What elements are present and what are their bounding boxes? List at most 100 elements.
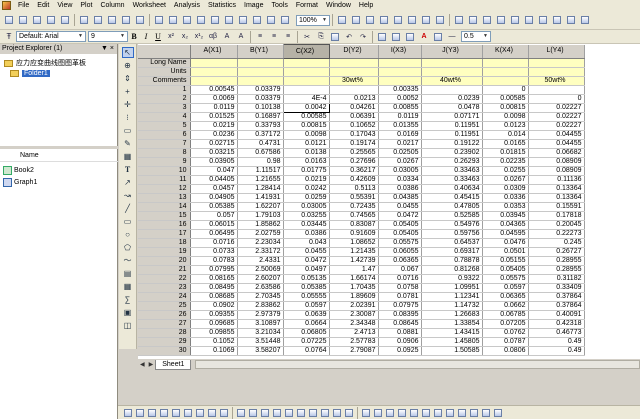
label-cell[interactable] (421, 58, 483, 68)
data-cell[interactable]: 0.0781 (378, 292, 422, 302)
data-cell[interactable]: 0.03005 (283, 202, 330, 212)
data-cell[interactable]: 0.4731 (237, 139, 284, 149)
menu-view[interactable]: View (53, 0, 76, 11)
workbook-manager-icon[interactable] (481, 14, 493, 26)
label-cell[interactable] (329, 58, 379, 68)
label-cell[interactable] (237, 58, 284, 68)
data-cell[interactable]: 0.06682 (528, 148, 585, 158)
data-cell[interactable]: 0.04261 (329, 103, 379, 113)
data-cell[interactable]: 1.14732 (421, 301, 483, 311)
data-cell[interactable]: 0.01815 (482, 148, 529, 158)
corner-cell[interactable] (138, 44, 191, 59)
menu-format[interactable]: Format (292, 0, 322, 11)
data-cell[interactable]: 0.02227 (528, 103, 585, 113)
data-cell[interactable]: 1.09951 (421, 283, 483, 293)
data-cell[interactable]: 0.0386 (283, 229, 330, 239)
export-icon[interactable] (209, 14, 221, 26)
data-cell[interactable]: 0.0783 (190, 256, 238, 266)
data-cell[interactable]: 0.0716 (378, 274, 422, 284)
bold-button[interactable]: B (129, 31, 139, 42)
data-cell[interactable]: 0.1069 (190, 346, 238, 356)
panel-controls[interactable]: ▼ × (101, 44, 114, 54)
data-cell[interactable]: 0.03215 (190, 148, 238, 158)
email-icon[interactable] (579, 14, 591, 26)
data-cell[interactable]: 0.54976 (421, 220, 483, 230)
data-cell[interactable]: 0.06015 (190, 220, 238, 230)
data-cell[interactable]: 1.21435 (329, 247, 379, 257)
data-cell[interactable]: 0.06805 (283, 328, 330, 338)
data-cell[interactable]: 2.33172 (237, 247, 284, 257)
menu-image[interactable]: Image (240, 0, 267, 11)
ternary-icon[interactable] (284, 408, 294, 418)
data-cell[interactable]: 0.23902 (421, 148, 483, 158)
data-cell[interactable]: 0.10652 (329, 121, 379, 131)
data-cell[interactable]: 0.0639 (283, 310, 330, 320)
label-cell[interactable]: 30wt% (329, 76, 379, 86)
data-reader-icon[interactable] (453, 14, 465, 26)
column-header[interactable]: K(X4) (482, 44, 529, 59)
data-cell[interactable]: 0.09355 (190, 310, 238, 320)
data-cell[interactable]: 0.26293 (421, 157, 483, 167)
data-cell[interactable]: 3.51448 (237, 337, 284, 347)
data-cell[interactable]: 2.02391 (329, 301, 379, 311)
data-cell[interactable]: 0.00855 (378, 103, 422, 113)
data-cell[interactable]: 0.0239 (421, 94, 483, 104)
column-header[interactable]: C(X2) (282, 44, 330, 59)
data-cell[interactable]: 3.10897 (237, 319, 284, 329)
data-cell[interactable]: 0.0762 (482, 328, 529, 338)
data-cell[interactable]: 0.06391 (329, 112, 379, 122)
scale-icon[interactable]: ⇕ (122, 73, 134, 84)
data-cell[interactable]: 0.0597 (283, 301, 330, 311)
menu-edit[interactable]: Edit (33, 0, 53, 11)
label-cell[interactable] (482, 58, 529, 68)
data-cell[interactable]: 1.47 (329, 265, 379, 275)
data-cell[interactable]: 0.043 (283, 238, 330, 248)
data-cell[interactable]: 0.74565 (329, 211, 379, 221)
data-cell[interactable]: 0.057 (190, 211, 238, 221)
tree-folder1[interactable]: Folder1 (4, 68, 117, 78)
symbol-icon[interactable] (469, 408, 479, 418)
data-cell[interactable]: 0.05575 (378, 238, 422, 248)
data-cell[interactable]: 0.03379 (237, 94, 284, 104)
data-cell[interactable]: 0.02505 (378, 148, 422, 158)
data-cell[interactable]: 0.27696 (329, 157, 379, 167)
line-width-combo[interactable]: 0.5 ▼ (461, 31, 491, 42)
align-left-icon[interactable]: ≡ (254, 31, 266, 43)
line-color-icon[interactable] (376, 31, 388, 43)
bar-plot-icon[interactable] (171, 408, 181, 418)
data-cell[interactable]: 1.12341 (421, 292, 483, 302)
data-cell[interactable]: 0.83087 (329, 220, 379, 230)
align-center-icon[interactable]: ≡ (268, 31, 280, 43)
smith-icon[interactable] (296, 408, 306, 418)
add-layer-icon[interactable] (251, 14, 263, 26)
data-cell[interactable]: 0.0069 (190, 94, 238, 104)
data-cell[interactable]: 0.45415 (421, 193, 483, 203)
copy-icon[interactable]: ⎘ (315, 31, 327, 43)
label-cell[interactable] (283, 67, 330, 77)
table-icon[interactable] (509, 14, 521, 26)
duplicate-icon[interactable] (181, 14, 193, 26)
screen-reader-icon[interactable]: + (122, 86, 134, 97)
data-cell[interactable]: 1.21655 (237, 175, 284, 185)
data-cell[interactable]: 0.0764 (283, 346, 330, 356)
data-cell[interactable]: 0.01355 (378, 121, 422, 131)
data-cell[interactable]: 0.05135 (283, 274, 330, 284)
data-cell[interactable]: 0.0662 (482, 301, 529, 311)
data-cell[interactable]: 0.00545 (190, 85, 238, 95)
data-cell[interactable]: 0.0497 (283, 265, 330, 275)
data-cell[interactable]: 0.0165 (482, 139, 529, 149)
data-cell[interactable]: 0.40091 (528, 310, 585, 320)
pointer-icon[interactable]: ↖ (121, 47, 134, 58)
zoom-icon[interactable]: ⊕ (122, 60, 134, 71)
list-item[interactable]: Graph1 (0, 176, 118, 188)
tab-sheet1[interactable]: Sheet1 (155, 359, 192, 370)
data-cell[interactable]: 0.05405 (482, 265, 529, 275)
data-cell[interactable]: 0.05385 (283, 283, 330, 293)
data-cell[interactable]: 0.00585 (482, 94, 529, 104)
open-icon[interactable] (78, 14, 90, 26)
data-cell[interactable]: 2.83862 (237, 301, 284, 311)
menu-column[interactable]: Column (96, 0, 128, 11)
import-icon[interactable] (120, 14, 132, 26)
data-cell[interactable]: 4E-4 (283, 94, 330, 104)
data-cell[interactable]: 0.91609 (329, 229, 379, 239)
